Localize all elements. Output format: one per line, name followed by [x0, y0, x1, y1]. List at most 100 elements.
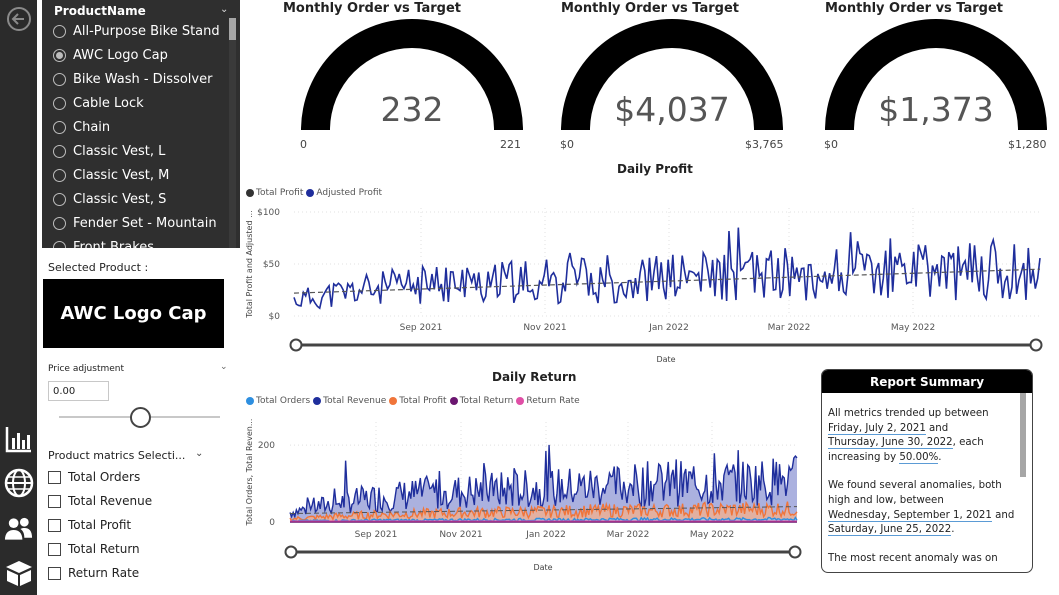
legend-marker	[246, 397, 254, 405]
slicer-scrollbar[interactable]	[229, 18, 236, 40]
bar-chart-icon[interactable]	[3, 423, 34, 454]
slicer-option[interactable]: Fender Set - Mountain	[53, 213, 217, 233]
gauge-card: Monthly Order vs Target $1,373 $0 $1,280	[824, 0, 1059, 160]
summary-text: The most recent anomaly was on	[828, 552, 998, 564]
gauge-title: Monthly Order vs Target	[561, 1, 740, 16]
metric-checkbox-item[interactable]: Total Revenue	[48, 492, 152, 510]
gauge-title: Monthly Order vs Target	[825, 1, 1004, 16]
summary-percent[interactable]: 50.00%	[899, 451, 939, 464]
box-icon[interactable]	[3, 557, 34, 588]
daily-profit-legend: Total Profit Adjusted Profit	[246, 188, 385, 198]
metric-checkbox-item[interactable]: Total Orders	[48, 468, 140, 486]
slicer-scroll-track[interactable]	[229, 18, 236, 248]
legend-label: Total Orders	[256, 396, 311, 406]
daily-return-title: Daily Return	[492, 370, 577, 384]
legend-item[interactable]: Total Return	[449, 396, 514, 406]
metric-checkbox-item[interactable]: Total Return	[48, 540, 140, 558]
summary-date-link[interactable]: Friday, July 2, 2021	[828, 422, 926, 435]
slicer-option-label: All-Purpose Bike Stand	[73, 23, 220, 39]
legend-label: Return Rate	[526, 396, 580, 406]
summary-text: and	[925, 422, 949, 434]
legend-marker	[306, 189, 315, 197]
slicer-option[interactable]: Classic Vest, L	[53, 141, 165, 161]
adjusted-profit-line[interactable]	[293, 227, 1041, 310]
summary-date-link[interactable]: Saturday, June 25, 2022	[828, 524, 952, 537]
checkbox[interactable]	[48, 542, 61, 556]
x-tick-label: Jan 2022	[648, 323, 689, 333]
checkbox[interactable]	[48, 494, 61, 508]
gauge-value: 232	[380, 90, 444, 129]
slicer-option-label: Cable Lock	[73, 95, 144, 111]
slicer-option[interactable]: AWC Logo Cap	[53, 45, 168, 65]
globe-icon[interactable]	[3, 467, 34, 498]
back-arrow-icon[interactable]	[3, 3, 34, 34]
radio-icon[interactable]	[53, 72, 66, 86]
date-range-slider-end[interactable]	[788, 545, 802, 559]
chevron-down-icon[interactable]: ⌄	[195, 448, 203, 459]
legend-item[interactable]: Total Revenue	[313, 396, 386, 406]
radio-icon[interactable]	[53, 96, 66, 110]
slicer-option-label: AWC Logo Cap	[73, 47, 168, 63]
legend-item[interactable]: Total Profit	[246, 188, 303, 198]
gauge-value: $1,373	[878, 90, 994, 129]
slicer-option[interactable]: Chain	[53, 117, 110, 137]
legend-label: Total Revenue	[323, 396, 387, 406]
radio-icon[interactable]	[53, 48, 66, 62]
summary-date-link[interactable]: Wednesday, September 1, 2021	[828, 509, 992, 522]
daily-profit-chart: Sep 2021 Nov 2021 Jan 2022 Mar 2022 May 2022…	[245, 208, 1043, 364]
x-tick-label: Nov 2021	[439, 530, 482, 540]
checkbox[interactable]	[48, 470, 61, 484]
slicer-option[interactable]: Classic Vest, S	[53, 189, 166, 209]
checkbox[interactable]	[48, 518, 61, 532]
radio-icon[interactable]	[53, 24, 66, 38]
legend-label: Total Return	[459, 396, 514, 406]
slicer-option[interactable]: Bike Wash - Dissolver	[53, 69, 212, 89]
radio-icon[interactable]	[53, 144, 66, 158]
legend-item[interactable]: Return Rate	[516, 396, 580, 406]
summary-text: .	[938, 451, 942, 463]
x-tick-label: Mar 2022	[607, 530, 650, 540]
legend-label: Total Profit	[256, 188, 304, 198]
radio-icon[interactable]	[53, 168, 66, 182]
legend-marker	[313, 397, 322, 405]
y-axis-label: Total Profit and Adjusted ...	[245, 210, 254, 318]
gauge-max: $1,280	[1008, 138, 1047, 151]
gauge-card: Monthly Order vs Target 232 0 221	[283, 0, 540, 160]
users-icon[interactable]	[3, 513, 34, 544]
chevron-down-icon[interactable]: ⌄	[220, 4, 228, 15]
legend-item[interactable]: Total Profit	[389, 396, 447, 406]
metric-checkbox-item[interactable]: Return Rate	[48, 564, 139, 582]
radio-icon[interactable]	[53, 192, 66, 206]
summary-text: and	[991, 509, 1015, 521]
metric-checkbox-label: Return Rate	[68, 566, 140, 580]
x-tick-label: May 2022	[690, 530, 734, 540]
summary-date-link[interactable]: Thursday, June 30, 2022	[828, 437, 953, 450]
slicer-option-label: Bike Wash - Dissolver	[73, 71, 213, 87]
legend-item[interactable]: Total Orders	[246, 396, 310, 406]
slicer-option[interactable]: Cable Lock	[53, 93, 144, 113]
metric-checkbox-label: Total Revenue	[68, 494, 153, 508]
date-range-slider-end[interactable]	[1029, 338, 1043, 352]
report-summary-title: Report Summary	[822, 370, 1032, 393]
price-adjustment-slider-thumb[interactable]	[130, 407, 151, 428]
metric-checkbox-item[interactable]: Total Profit	[48, 516, 131, 534]
chevron-down-icon[interactable]: ⌄	[220, 362, 228, 372]
slicer-option[interactable]: Front Brakes	[53, 237, 154, 248]
legend-marker	[246, 189, 254, 197]
legend-item[interactable]: Adjusted Profit	[306, 188, 382, 198]
gauge-min: $0	[560, 138, 574, 151]
radio-icon[interactable]	[53, 240, 66, 248]
radio-icon[interactable]	[53, 216, 66, 230]
gauge-min: $0	[824, 138, 838, 151]
date-range-slider-start[interactable]	[284, 545, 298, 559]
report-summary-scrollbar[interactable]	[1020, 393, 1026, 477]
slicer-option[interactable]: All-Purpose Bike Stand	[53, 21, 220, 41]
date-range-slider-start[interactable]	[289, 338, 303, 352]
radio-icon[interactable]	[53, 120, 66, 134]
metric-checkbox-label: Total Profit	[68, 518, 132, 532]
slicer-option-label: Classic Vest, S	[73, 191, 167, 207]
slicer-option[interactable]: Classic Vest, M	[53, 165, 169, 185]
checkbox[interactable]	[48, 566, 61, 580]
daily-return-legend: Total Orders Total Revenue Total Profit Tot…	[246, 396, 583, 406]
price-adjustment-input[interactable]	[48, 381, 109, 401]
